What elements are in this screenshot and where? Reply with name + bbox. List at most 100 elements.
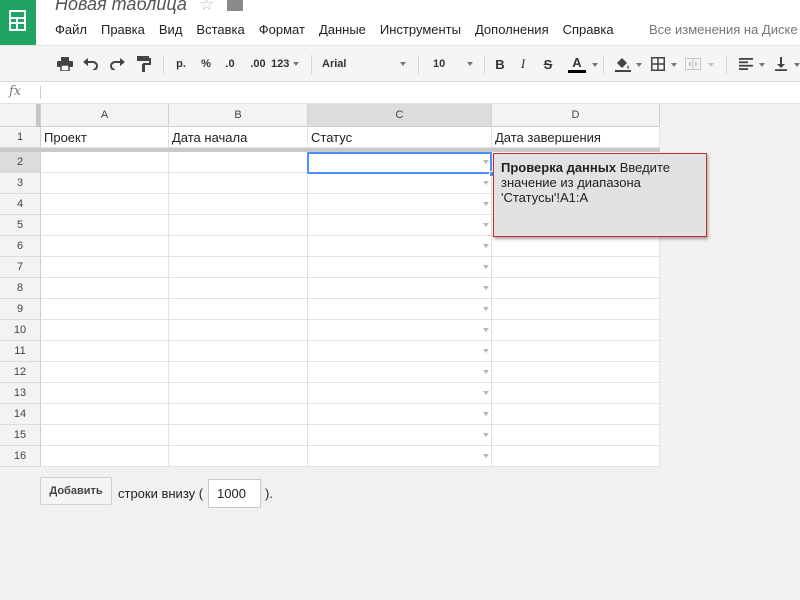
dropdown-arrow-icon[interactable] [483, 265, 489, 269]
cell-a14[interactable] [41, 404, 169, 425]
chevron-down-icon[interactable] [759, 63, 765, 67]
dropdown-arrow-icon[interactable] [483, 223, 489, 227]
dropdown-arrow-icon[interactable] [483, 370, 489, 374]
format-percent-button[interactable]: % [195, 46, 217, 82]
document-title[interactable]: Новая таблица [55, 0, 187, 15]
cell-b3[interactable] [169, 173, 308, 194]
cell-a12[interactable] [41, 362, 169, 383]
dropdown-arrow-icon[interactable] [483, 328, 489, 332]
paint-format-icon[interactable] [133, 46, 155, 82]
select-all-corner[interactable] [0, 104, 41, 127]
redo-icon[interactable] [106, 46, 128, 82]
cell-c7[interactable] [308, 257, 492, 278]
cell-a2[interactable] [41, 152, 169, 173]
row-header-7[interactable]: 7 [0, 257, 41, 278]
cell-a13[interactable] [41, 383, 169, 404]
borders-icon[interactable] [648, 46, 668, 82]
folder-icon[interactable] [227, 0, 243, 11]
row-header-16[interactable]: 16 [0, 446, 41, 467]
menu-format[interactable]: Формат [252, 21, 312, 39]
add-rows-button[interactable]: Добавить [40, 477, 112, 505]
cell-d16[interactable] [492, 446, 660, 467]
cell-d1[interactable]: Дата завершения [492, 127, 660, 148]
row-header-15[interactable]: 15 [0, 425, 41, 446]
cell-b9[interactable] [169, 299, 308, 320]
row-header-6[interactable]: 6 [0, 236, 41, 257]
cell-c1[interactable]: Статус [308, 127, 492, 148]
row-header-4[interactable]: 4 [0, 194, 41, 215]
chevron-down-icon[interactable] [592, 63, 598, 67]
dropdown-arrow-icon[interactable] [483, 349, 489, 353]
cell-d13[interactable] [492, 383, 660, 404]
cell-d15[interactable] [492, 425, 660, 446]
row-header-11[interactable]: 11 [0, 341, 41, 362]
more-formats-dropdown[interactable]: 123 [271, 46, 305, 82]
menu-help[interactable]: Справка [556, 21, 621, 39]
cell-d12[interactable] [492, 362, 660, 383]
menu-edit[interactable]: Правка [94, 21, 152, 39]
cell-b1[interactable]: Дата начала [169, 127, 308, 148]
cell-c9[interactable] [308, 299, 492, 320]
cell-b12[interactable] [169, 362, 308, 383]
increase-decimal-button[interactable]: .00 [244, 46, 272, 82]
dropdown-arrow-icon[interactable] [483, 244, 489, 248]
font-family-dropdown[interactable]: Arial [322, 46, 410, 82]
cell-d7[interactable] [492, 257, 660, 278]
fill-color-icon[interactable] [612, 46, 634, 82]
cell-c11[interactable] [308, 341, 492, 362]
cell-b11[interactable] [169, 341, 308, 362]
chevron-down-icon[interactable] [794, 63, 800, 67]
row-header-9[interactable]: 9 [0, 299, 41, 320]
column-header-a[interactable]: A [41, 104, 169, 127]
formula-input[interactable] [38, 85, 778, 101]
cell-a11[interactable] [41, 341, 169, 362]
cell-a7[interactable] [41, 257, 169, 278]
cell-c12[interactable] [308, 362, 492, 383]
row-header-14[interactable]: 14 [0, 404, 41, 425]
dropdown-arrow-icon[interactable] [483, 286, 489, 290]
row-header-13[interactable]: 13 [0, 383, 41, 404]
menu-view[interactable]: Вид [152, 21, 190, 39]
cell-b2[interactable] [169, 152, 308, 173]
chevron-down-icon[interactable] [636, 63, 642, 67]
cell-d8[interactable] [492, 278, 660, 299]
column-header-d[interactable]: D [492, 104, 660, 127]
cell-b5[interactable] [169, 215, 308, 236]
cell-b10[interactable] [169, 320, 308, 341]
column-header-c[interactable]: C [308, 104, 492, 127]
dropdown-arrow-icon[interactable] [483, 433, 489, 437]
cell-c3[interactable] [308, 173, 492, 194]
row-header-8[interactable]: 8 [0, 278, 41, 299]
rows-count-input[interactable] [208, 479, 261, 508]
undo-icon[interactable] [80, 46, 102, 82]
cell-a4[interactable] [41, 194, 169, 215]
chevron-down-icon[interactable] [671, 63, 677, 67]
cell-a8[interactable] [41, 278, 169, 299]
dropdown-arrow-icon[interactable] [483, 202, 489, 206]
menu-file[interactable]: Файл [48, 21, 94, 39]
cell-b8[interactable] [169, 278, 308, 299]
row-header-2[interactable]: 2 [0, 152, 41, 173]
italic-button[interactable]: I [514, 46, 532, 82]
sheets-logo-icon[interactable] [0, 0, 36, 45]
cell-a15[interactable] [41, 425, 169, 446]
cell-a16[interactable] [41, 446, 169, 467]
column-header-b[interactable]: B [169, 104, 308, 127]
row-header-1[interactable]: 1 [0, 127, 41, 148]
cell-a6[interactable] [41, 236, 169, 257]
text-color-button[interactable]: A [564, 46, 590, 82]
cell-c10[interactable] [308, 320, 492, 341]
cell-d10[interactable] [492, 320, 660, 341]
cell-b13[interactable] [169, 383, 308, 404]
decrease-decimal-button[interactable]: .0 [218, 46, 242, 82]
menu-insert[interactable]: Вставка [189, 21, 251, 39]
cell-c14[interactable] [308, 404, 492, 425]
save-status-link[interactable]: Все изменения на Диске [649, 21, 798, 39]
merge-cells-icon[interactable] [682, 46, 704, 82]
cell-b4[interactable] [169, 194, 308, 215]
cell-d9[interactable] [492, 299, 660, 320]
cell-b14[interactable] [169, 404, 308, 425]
dropdown-arrow-icon[interactable] [483, 160, 489, 164]
cell-c5[interactable] [308, 215, 492, 236]
bold-button[interactable]: B [491, 46, 509, 82]
